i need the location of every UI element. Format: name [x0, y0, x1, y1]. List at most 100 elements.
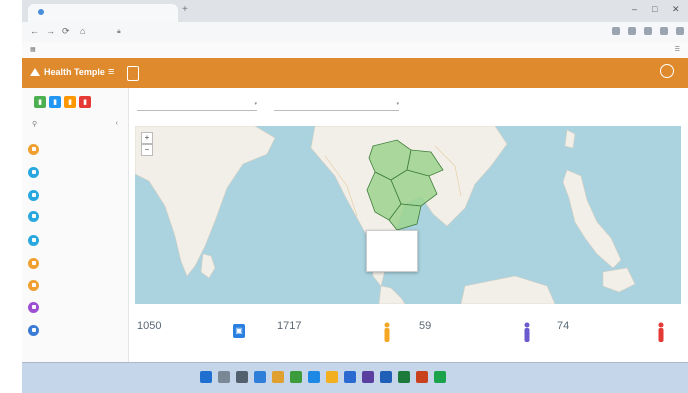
- map-popup: [366, 230, 418, 272]
- favicon-icon: [38, 9, 44, 16]
- chrome-icon[interactable]: [290, 371, 302, 383]
- reload-button[interactable]: ⟳: [62, 26, 70, 37]
- chevron-down-icon: ▾: [396, 101, 399, 107]
- start-icon[interactable]: [200, 371, 212, 383]
- circle-icon: [28, 257, 39, 269]
- logo-icon: [30, 68, 40, 76]
- user-menu[interactable]: [660, 64, 678, 78]
- person-icon: [383, 322, 391, 342]
- circle-icon: [28, 210, 39, 222]
- chevron-icon: ‹: [115, 120, 118, 127]
- chart-tile-icon[interactable]: ▮: [34, 96, 46, 108]
- app-icon[interactable]: [326, 371, 338, 383]
- sidebar-item[interactable]: [28, 207, 124, 225]
- sidebar-item[interactable]: [28, 298, 124, 316]
- map-canvas: [135, 126, 636, 304]
- user-tile-icon[interactable]: ▮: [49, 96, 61, 108]
- stat-value: 1050: [137, 320, 162, 332]
- person-icon: [523, 322, 531, 342]
- borneo: [460, 275, 556, 304]
- app-icon[interactable]: [344, 371, 356, 383]
- forward-button[interactable]: →: [46, 26, 55, 36]
- apps-icon[interactable]: ▦: [30, 46, 36, 53]
- circle-icon: [28, 301, 39, 313]
- sidebar-item[interactable]: [28, 231, 124, 249]
- hamburger-icon[interactable]: ≡: [108, 66, 114, 78]
- person-icon: [657, 322, 665, 342]
- powerpoint-icon[interactable]: [416, 371, 428, 383]
- search-icon: ⚲: [32, 121, 38, 128]
- taskview-icon[interactable]: [236, 371, 248, 383]
- excel-icon[interactable]: [398, 371, 410, 383]
- stat-card: 1050: [137, 320, 161, 348]
- region-map[interactable]: + −: [135, 126, 681, 304]
- circle-icon: [28, 279, 39, 291]
- sidebar-item[interactable]: [28, 186, 124, 204]
- menu-icon[interactable]: [676, 27, 684, 35]
- chevron-down-icon: ▾: [254, 101, 257, 107]
- bookmarks-bar: ▦ ☰: [22, 42, 688, 59]
- circle-icon: [28, 324, 39, 336]
- stat-card: 59: [419, 320, 431, 348]
- circle-icon: [28, 234, 39, 246]
- sidebar-search[interactable]: ⚲ ‹: [32, 120, 118, 130]
- taiwan: [564, 129, 576, 149]
- sidebar-item[interactable]: [28, 276, 124, 294]
- lock-icon: 🔒︎: [117, 28, 121, 35]
- line-icon[interactable]: [434, 371, 446, 383]
- folder-icon[interactable]: [272, 371, 284, 383]
- edge-icon[interactable]: [308, 371, 320, 383]
- sidebar-item[interactable]: [28, 254, 124, 272]
- user-avatar-icon: [660, 64, 674, 78]
- filter-select-1[interactable]: ▾: [137, 98, 257, 111]
- stat-card: 1717: [277, 320, 301, 348]
- zoom-in-button[interactable]: +: [141, 132, 153, 144]
- sidebar-item[interactable]: [28, 163, 124, 181]
- home-button[interactable]: [127, 66, 139, 81]
- browser-tab-strip: + – □ ✕: [22, 0, 688, 22]
- extension-icon[interactable]: [628, 27, 636, 35]
- back-button[interactable]: ←: [30, 26, 39, 36]
- minimize-button[interactable]: –: [632, 4, 637, 14]
- app-icon[interactable]: [362, 371, 374, 383]
- word-icon[interactable]: [380, 371, 392, 383]
- logout-tile-icon[interactable]: ▮: [79, 96, 91, 108]
- settings-tile-icon[interactable]: ▮: [64, 96, 76, 108]
- india-landmass: [135, 126, 276, 277]
- sidebar-item[interactable]: [28, 321, 124, 339]
- main-content: ▾ ▾ + − 1050 ▣ 1717 59 74: [129, 88, 688, 362]
- app-logo[interactable]: Health Temple: [30, 67, 105, 77]
- app-icon[interactable]: [254, 371, 266, 383]
- circle-icon: [28, 143, 39, 155]
- mindanao: [602, 267, 636, 293]
- extension-icon[interactable]: [612, 27, 620, 35]
- stat-card: 74: [557, 320, 569, 348]
- sri-lanka: [200, 253, 216, 279]
- filter-select-2[interactable]: ▾: [274, 98, 399, 111]
- philippines: [562, 169, 622, 269]
- close-window-button[interactable]: ✕: [672, 4, 680, 15]
- circle-icon: [28, 166, 39, 178]
- stat-value: 59: [419, 320, 432, 332]
- sidebar-item-dashboard[interactable]: [28, 140, 124, 158]
- home-icon[interactable]: ⌂: [80, 26, 85, 36]
- stat-value: 1717: [277, 320, 302, 332]
- new-tab-button[interactable]: +: [182, 4, 188, 15]
- maximize-button[interactable]: □: [652, 4, 657, 14]
- malay-peninsula: [378, 285, 406, 304]
- extension-icon[interactable]: [644, 27, 652, 35]
- left-margin: [0, 0, 22, 392]
- sidebar: ▮ ▮ ▮ ▮ ⚲ ‹: [22, 88, 129, 362]
- app-header: Health Temple ≡: [22, 58, 688, 88]
- reading-list-icon[interactable]: ☰: [675, 46, 680, 53]
- circle-icon: [28, 189, 39, 201]
- browser-tab[interactable]: [28, 4, 178, 22]
- search-icon[interactable]: [218, 371, 230, 383]
- zoom-out-button[interactable]: −: [141, 144, 153, 156]
- quick-tiles: ▮ ▮ ▮ ▮: [34, 96, 91, 108]
- os-taskbar: [22, 362, 688, 393]
- url-field[interactable]: 🔒︎: [117, 26, 587, 38]
- address-bar-row: ← → ⟳ ⌂ 🔒︎: [22, 22, 688, 43]
- profile-icon[interactable]: [660, 27, 668, 35]
- stat-value: 74: [557, 320, 570, 332]
